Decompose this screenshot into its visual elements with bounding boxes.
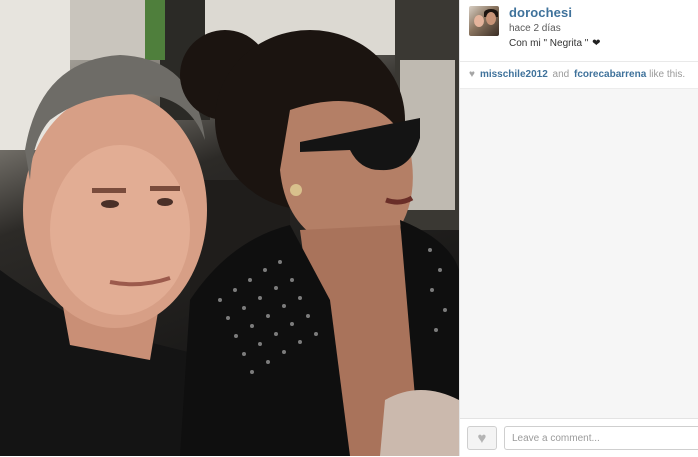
comment-input[interactable] <box>504 426 698 450</box>
divider <box>460 61 698 62</box>
photo-illustration <box>0 0 459 456</box>
likes-line: ♥ misschile2012 and fcorecabarrena like t… <box>469 69 685 80</box>
like-button[interactable]: ♥ <box>467 426 497 450</box>
comments-list <box>460 88 698 419</box>
avatar[interactable] <box>469 6 499 36</box>
caption-text: Con mi " Negrita " <box>509 38 589 49</box>
comment-footer: ♥ <box>460 418 698 457</box>
post-sidebar: dorochesi hace 2 días Con mi " Negrita "… <box>459 0 698 457</box>
liker-link-2[interactable]: fcorecabarrena <box>574 69 646 80</box>
heart-icon: ♥ <box>477 429 487 447</box>
username-link[interactable]: dorochesi <box>509 5 572 20</box>
post-timestamp: hace 2 días <box>509 23 561 34</box>
post-caption: Con mi " Negrita " ❤ <box>509 38 601 49</box>
likes-conjunction: and <box>552 69 570 80</box>
heart-emoji-icon: ❤ <box>592 38 601 49</box>
liker-link-1[interactable]: misschile2012 <box>480 69 548 80</box>
post-header: dorochesi hace 2 días Con mi " Negrita "… <box>460 0 698 58</box>
likes-suffix: like this. <box>649 69 686 80</box>
post-photo <box>0 0 459 456</box>
likes-heart-icon: ♥ <box>469 69 475 80</box>
